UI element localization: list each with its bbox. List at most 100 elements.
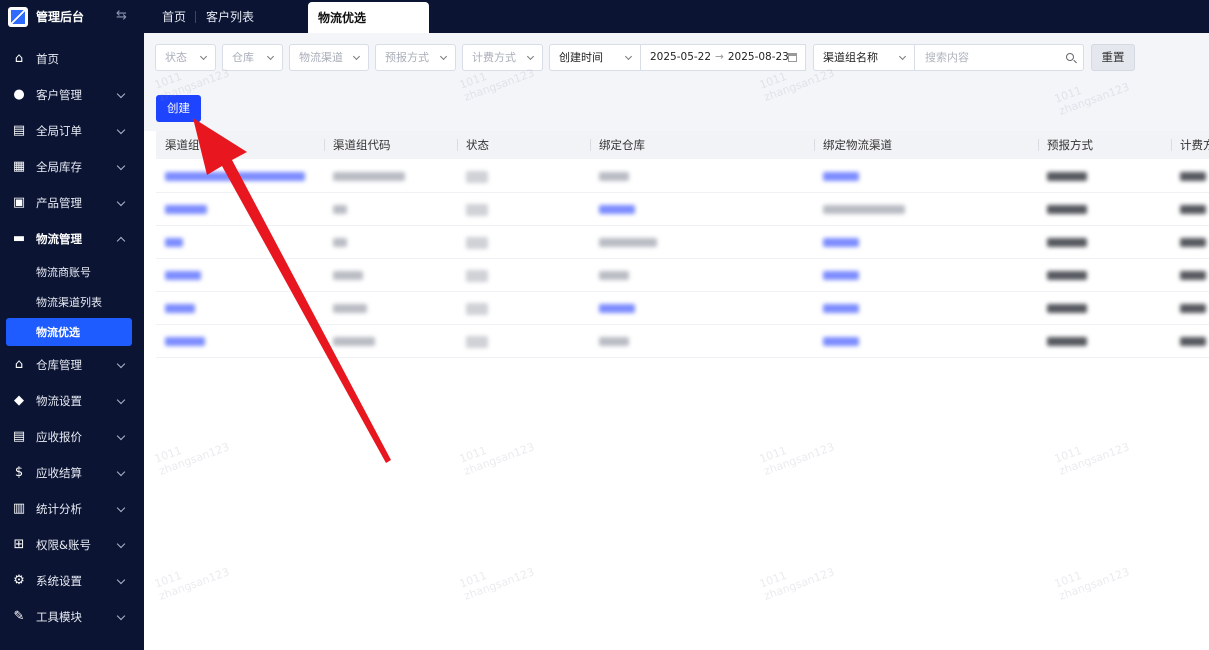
redacted-text xyxy=(165,172,305,181)
status-select[interactable]: 状态 xyxy=(155,44,216,71)
cell-channel xyxy=(814,193,1038,226)
sidebar-item-permissions[interactable]: ⊞ 权限&账号 xyxy=(0,527,144,563)
search-field-label: 渠道组名称 xyxy=(823,51,878,64)
sidebar-item-label: 工具模块 xyxy=(36,610,82,624)
redacted-text xyxy=(1047,337,1087,346)
sidebar-item-receivable-settlement[interactable]: $ 应收结算 xyxy=(0,455,144,491)
cube-icon: ◆ xyxy=(14,393,24,408)
table-row[interactable] xyxy=(156,292,1209,325)
chevron-down-icon xyxy=(116,467,126,477)
top-bar: 管理后台 ⇆ 首页 客户列表 物流优选 xyxy=(0,0,1209,33)
redacted-text xyxy=(1047,304,1087,313)
create-button[interactable]: 创建 xyxy=(156,95,201,122)
reset-button[interactable]: 重置 xyxy=(1091,44,1135,71)
cell-group-name[interactable] xyxy=(156,325,324,358)
cell-channel[interactable] xyxy=(814,160,1038,193)
sidebar-item-statistics[interactable]: ▥ 统计分析 xyxy=(0,491,144,527)
sidebar-item-orders[interactable]: ▤ 全局订单 xyxy=(0,113,144,149)
gear-icon: ⚙ xyxy=(13,573,25,588)
cell-group-name[interactable] xyxy=(156,292,324,325)
sidebar-item-logistics[interactable]: ▬ 物流管理 xyxy=(0,221,144,257)
search-input[interactable]: 搜索内容 xyxy=(915,44,1084,71)
sidebar-item-label: 系统设置 xyxy=(36,574,82,588)
sidebar-subitem-carrier-accounts[interactable]: 物流商账号 xyxy=(0,257,144,287)
sidebar-item-label: 应收结算 xyxy=(36,466,82,480)
table-row[interactable] xyxy=(156,325,1209,358)
cell-channel[interactable] xyxy=(814,259,1038,292)
table-row[interactable] xyxy=(156,259,1209,292)
column-header-label: 渠道组名称 xyxy=(165,138,223,152)
forecast-select[interactable]: 预报方式 xyxy=(375,44,456,71)
redacted-text xyxy=(599,238,657,247)
tab-logistics-optimize[interactable]: 物流优选 xyxy=(308,2,430,33)
sidebar-item-system-settings[interactable]: ⚙ 系统设置 xyxy=(0,563,144,599)
sidebar-item-products[interactable]: ▣ 产品管理 xyxy=(0,185,144,221)
redacted-text xyxy=(599,172,629,181)
sidebar-item-inventory[interactable]: ▦ 全局库存 xyxy=(0,149,144,185)
cell-group-name[interactable] xyxy=(156,259,324,292)
redacted-text xyxy=(165,271,201,280)
sidebar-item-tools[interactable]: ✎ 工具模块 xyxy=(0,599,144,635)
chevron-down-icon xyxy=(352,52,361,61)
status-badge xyxy=(466,335,488,348)
date-range-picker[interactable]: 2025-05-22 → 2025-08-23 xyxy=(641,44,806,71)
cell-warehouse xyxy=(590,160,814,193)
logo-icon xyxy=(8,6,28,27)
sidebar-item-logistics-settings[interactable]: ◆ 物流设置 xyxy=(0,383,144,419)
redacted-text xyxy=(333,205,347,214)
sidebar-subitem-channel-list[interactable]: 物流渠道列表 xyxy=(0,287,144,317)
cell-forecast xyxy=(1038,226,1171,259)
column-header: 渠道组名称 xyxy=(156,131,324,159)
redacted-text xyxy=(823,172,859,181)
tab-customer-list[interactable]: 客户列表 xyxy=(196,0,264,33)
sidebar-item-customer[interactable]: ● 客户管理 xyxy=(0,77,144,113)
cell-group-code xyxy=(324,292,457,325)
tab-home[interactable]: 首页 xyxy=(152,0,197,33)
redacted-text xyxy=(1180,205,1206,214)
chevron-down-icon xyxy=(116,611,126,621)
chevron-down-icon xyxy=(526,52,535,61)
cell-forecast xyxy=(1038,160,1171,193)
sidebar-item-label: 全局订单 xyxy=(36,124,82,138)
chevron-down-icon xyxy=(116,197,126,207)
cell-group-name[interactable] xyxy=(156,160,324,193)
sidebar-item-label: 仓库管理 xyxy=(36,358,82,372)
cell-group-code xyxy=(324,160,457,193)
sidebar-item-warehouse[interactable]: ⌂ 仓库管理 xyxy=(0,347,144,383)
sidebar-item-receivable-quote[interactable]: ▤ 应收报价 xyxy=(0,419,144,455)
redacted-text xyxy=(1180,238,1206,247)
sidebar-subitem-logistics-optimize[interactable]: 物流优选 xyxy=(6,318,132,346)
column-header-label: 预报方式 xyxy=(1047,138,1093,152)
cell-group-name[interactable] xyxy=(156,226,324,259)
column-header-label: 绑定仓库 xyxy=(599,138,645,152)
cell-group-name[interactable] xyxy=(156,193,324,226)
cell-billing xyxy=(1171,292,1209,325)
cell-channel[interactable] xyxy=(814,325,1038,358)
table-row[interactable] xyxy=(156,193,1209,226)
cell-warehouse[interactable] xyxy=(590,193,814,226)
cell-status xyxy=(457,259,590,292)
table-row[interactable] xyxy=(156,160,1209,193)
cell-channel[interactable] xyxy=(814,292,1038,325)
redacted-text xyxy=(333,304,367,313)
document-icon: ▤ xyxy=(12,429,26,444)
chevron-down-icon xyxy=(266,52,275,61)
status-badge xyxy=(466,302,488,315)
table-row[interactable] xyxy=(156,226,1209,259)
sidebar-item-label: 物流设置 xyxy=(36,394,82,408)
date-type-select[interactable]: 创建时间 xyxy=(549,44,641,71)
channel-select[interactable]: 物流渠道 xyxy=(289,44,369,71)
sidebar-item-home[interactable]: ⌂ 首页 xyxy=(0,41,144,77)
search-field-select[interactable]: 渠道组名称 xyxy=(813,44,915,71)
billing-select[interactable]: 计费方式 xyxy=(462,44,543,71)
warehouse-select[interactable]: 仓库 xyxy=(222,44,283,71)
search-icon[interactable] xyxy=(1066,53,1074,61)
collapse-sidebar-icon[interactable]: ⇆ xyxy=(116,8,127,23)
data-table: 渠道组名称 渠道组代码 状态 绑定仓库 绑定物流渠道 预报方式 计费方式 xyxy=(156,131,1209,650)
calendar-icon xyxy=(788,53,797,62)
cell-warehouse xyxy=(590,325,814,358)
cell-channel[interactable] xyxy=(814,226,1038,259)
dollar-icon: $ xyxy=(14,465,24,480)
redacted-text xyxy=(333,337,375,346)
cell-warehouse[interactable] xyxy=(590,292,814,325)
